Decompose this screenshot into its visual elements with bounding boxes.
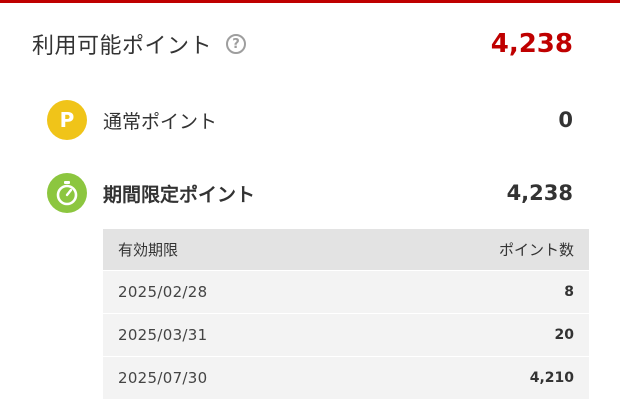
points-count-cell: 20 [554, 327, 574, 343]
expiry-date-header: 有効期限 [118, 241, 179, 259]
expiry-table: 有効期限 ポイント数 2025/02/28 8 2025/03/31 20 20… [103, 229, 589, 399]
stopwatch-icon [47, 173, 87, 213]
table-row: 2025/03/31 20 [103, 313, 589, 357]
expiry-date-cell: 2025/02/28 [118, 283, 208, 301]
top-accent-bar [0, 0, 620, 3]
question-circle-icon[interactable]: ? [226, 34, 247, 54]
expiry-date-cell: 2025/07/30 [118, 369, 208, 387]
expiry-date-cell: 2025/03/31 [118, 326, 208, 344]
point-p-icon-letter: P [59, 108, 75, 132]
expiry-table-header: 有効期限 ポイント数 [103, 229, 589, 271]
table-row: 2025/07/30 4,210 [103, 356, 589, 399]
regular-points-value: 0 [558, 108, 573, 132]
points-count-header: ポイント数 [498, 241, 574, 259]
points-count-cell: 4,210 [529, 370, 574, 386]
limited-points-label: 期間限定ポイント [103, 183, 256, 206]
points-count-cell: 8 [564, 284, 574, 300]
point-p-icon: P [47, 100, 87, 140]
regular-points-row: P 通常ポイント 0 [47, 100, 573, 140]
limited-points-value: 4,238 [506, 181, 573, 205]
regular-points-label: 通常ポイント [103, 110, 218, 133]
limited-points-row: 期間限定ポイント 4,238 [47, 173, 573, 213]
available-points-total: 4,238 [490, 29, 573, 59]
points-card: 利用可能ポイント ? 4,238 P 通常ポイント 0 期間限定ポイント 4,2… [0, 0, 620, 417]
available-points-title: 利用可能ポイント [32, 34, 213, 59]
table-row: 2025/02/28 8 [103, 270, 589, 314]
available-points-header: 利用可能ポイント ? 4,238 [32, 26, 573, 62]
